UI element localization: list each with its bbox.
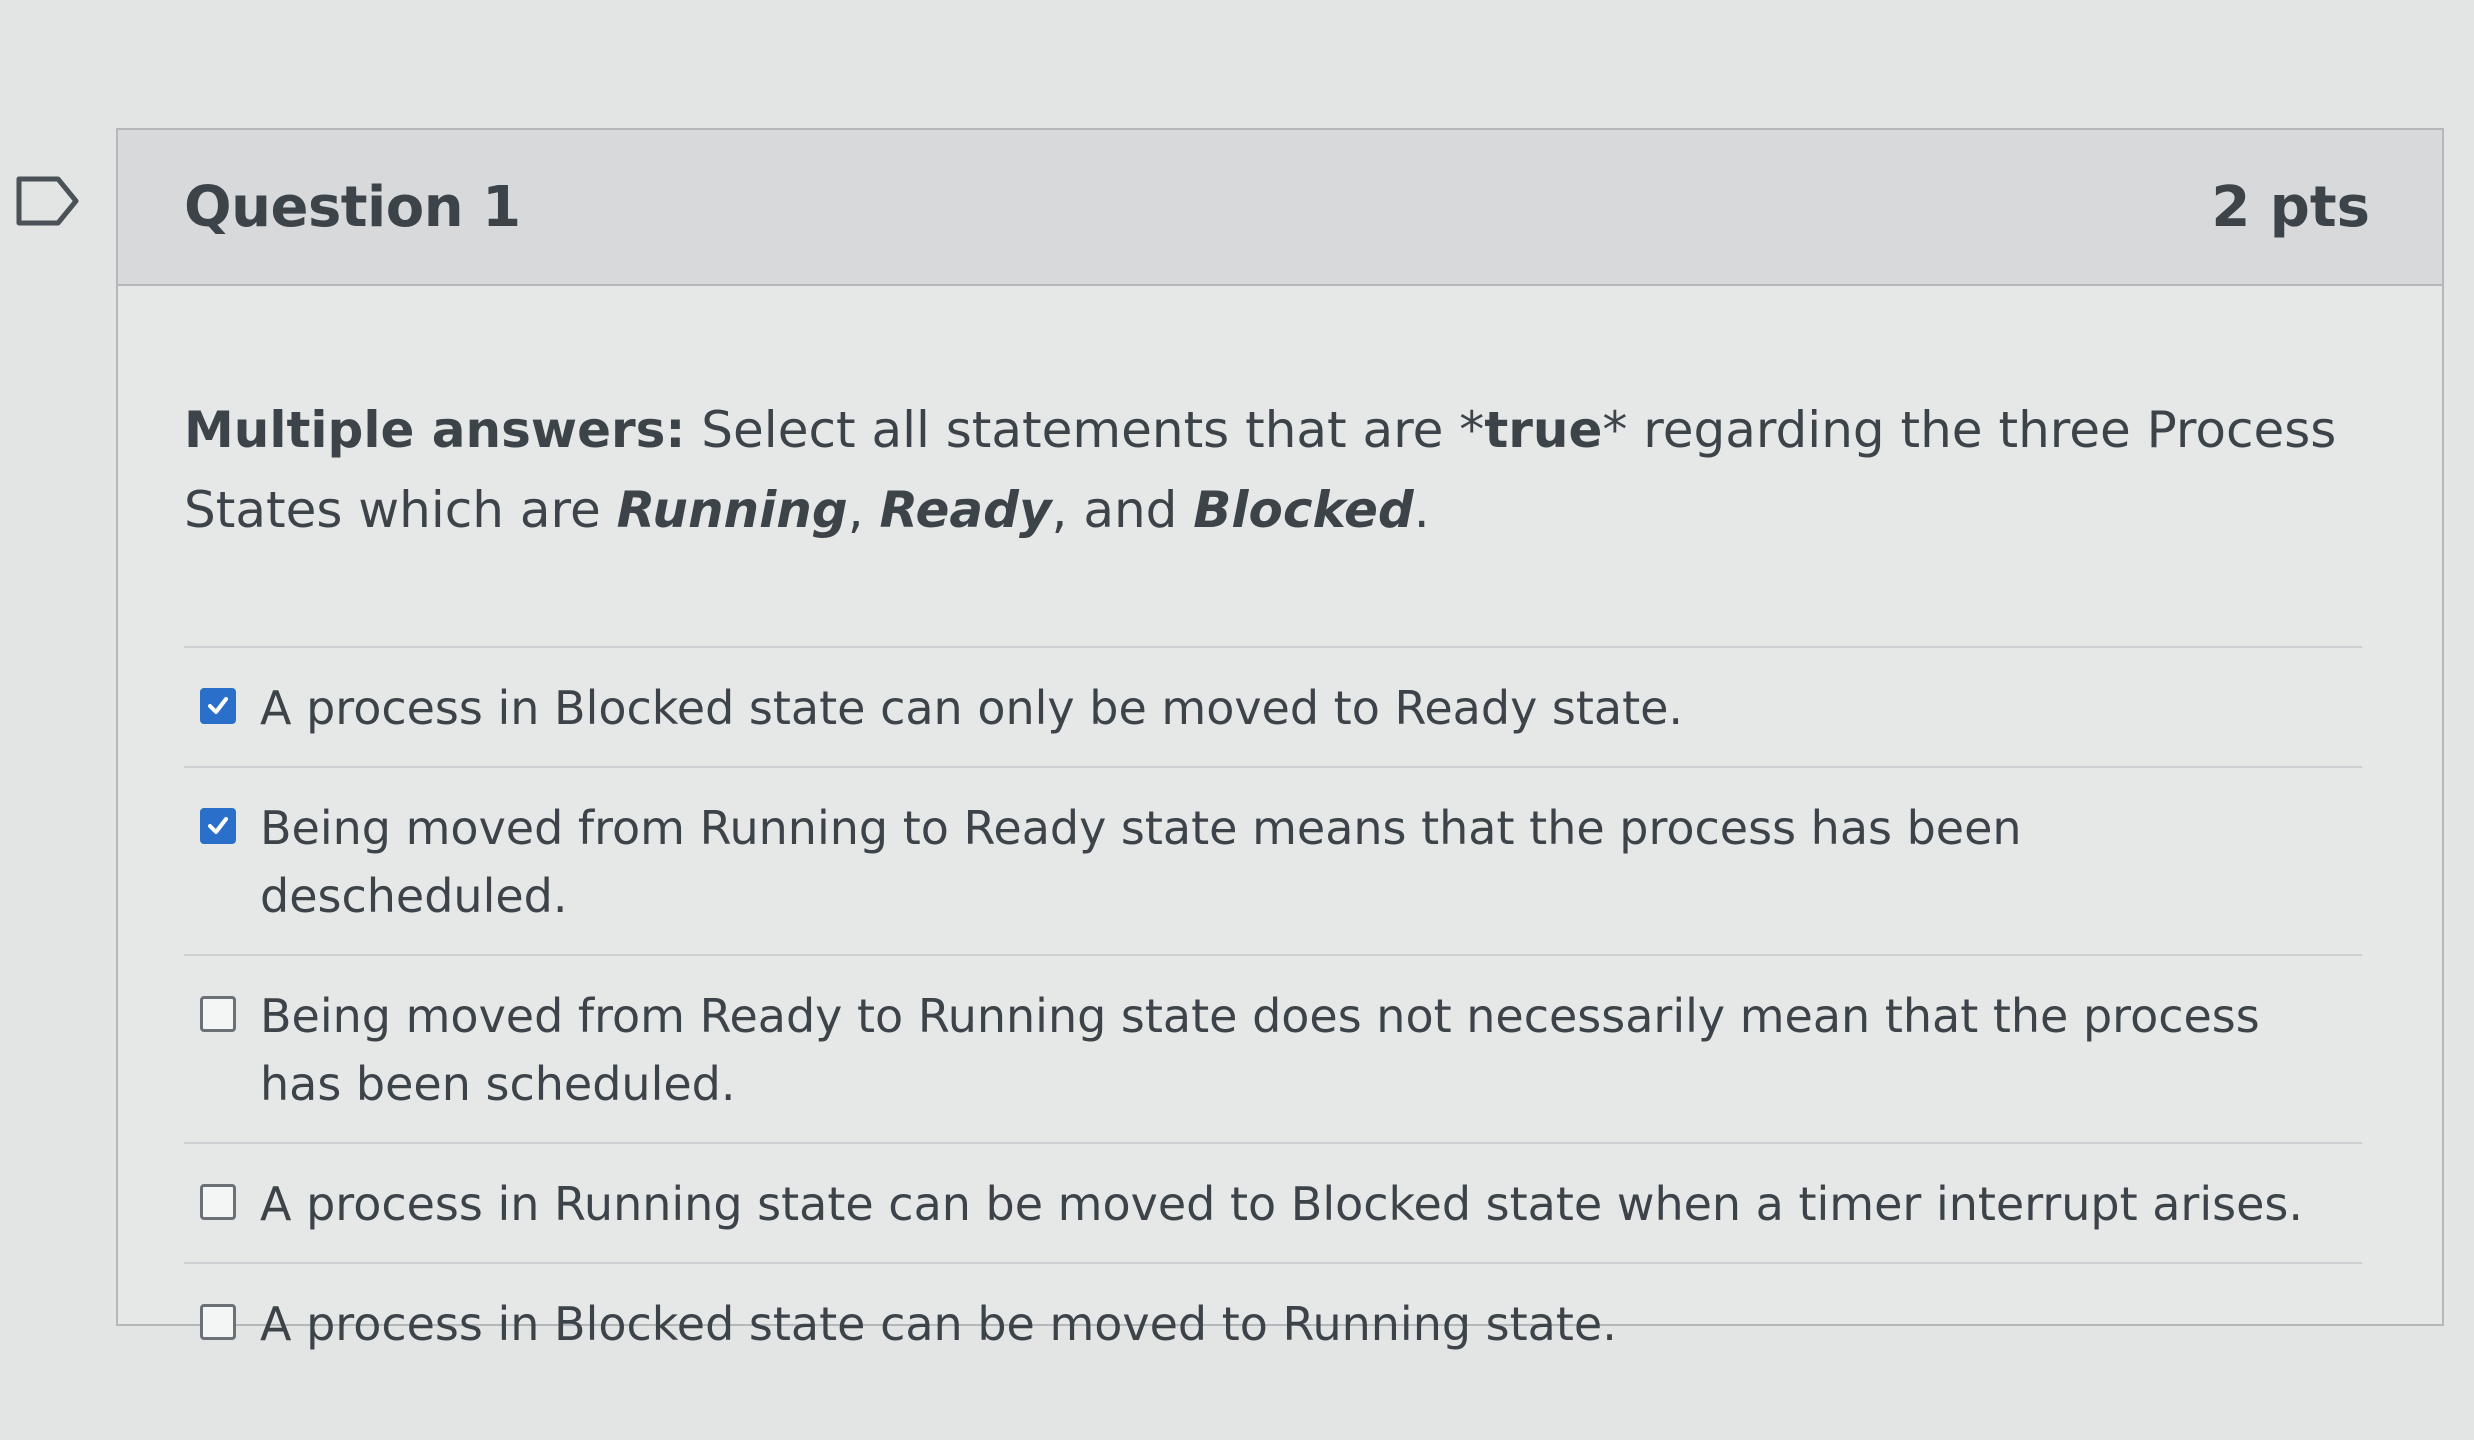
answer-option[interactable]: A process in Blocked state can only be m… bbox=[184, 648, 2362, 768]
question-prompt: Multiple answers: Select all statements … bbox=[184, 390, 2370, 550]
prompt-part: true bbox=[1484, 401, 1603, 459]
answer-list: A process in Blocked state can only be m… bbox=[184, 646, 2362, 1382]
prompt-part: Blocked bbox=[1193, 481, 1414, 539]
question-card: Question 1 2 pts Multiple answers: Selec… bbox=[116, 128, 2444, 1351]
prompt-part: Running bbox=[616, 481, 848, 539]
prompt-part: Select all statements that are * bbox=[685, 401, 1485, 459]
answer-checkbox[interactable] bbox=[200, 688, 236, 724]
prompt-part: , bbox=[847, 481, 880, 539]
answer-label[interactable]: Being moved from Running to Ready state … bbox=[260, 794, 2342, 930]
question-header: Question 1 2 pts bbox=[118, 130, 2442, 286]
check-mark-icon bbox=[208, 697, 228, 714]
answer-option[interactable]: Being moved from Running to Ready state … bbox=[184, 768, 2362, 956]
answer-option[interactable]: A process in Blocked state can be moved … bbox=[184, 1264, 2362, 1382]
check-mark-icon bbox=[208, 817, 228, 834]
prompt-part: , and bbox=[1051, 481, 1194, 539]
answer-option[interactable]: Being moved from Ready to Running state … bbox=[184, 956, 2362, 1144]
answer-checkbox[interactable] bbox=[200, 996, 236, 1032]
answer-checkbox[interactable] bbox=[200, 1304, 236, 1340]
answer-checkbox[interactable] bbox=[200, 808, 236, 844]
question-points: 2 pts bbox=[2211, 174, 2370, 240]
answer-label[interactable]: A process in Blocked state can only be m… bbox=[260, 674, 1683, 742]
prompt-part: Ready bbox=[879, 481, 1052, 539]
prompt-part: Multiple answers: bbox=[184, 401, 686, 459]
answer-option[interactable]: A process in Running state can be moved … bbox=[184, 1144, 2362, 1264]
answer-label[interactable]: A process in Running state can be moved … bbox=[260, 1170, 2303, 1238]
answer-label[interactable]: A process in Blocked state can be moved … bbox=[260, 1290, 1617, 1358]
answer-label[interactable]: Being moved from Ready to Running state … bbox=[260, 982, 2342, 1118]
question-title: Question 1 bbox=[184, 174, 521, 240]
answer-checkbox[interactable] bbox=[200, 1184, 236, 1220]
flag-question-icon[interactable] bbox=[16, 176, 80, 226]
prompt-part: . bbox=[1413, 481, 1430, 539]
